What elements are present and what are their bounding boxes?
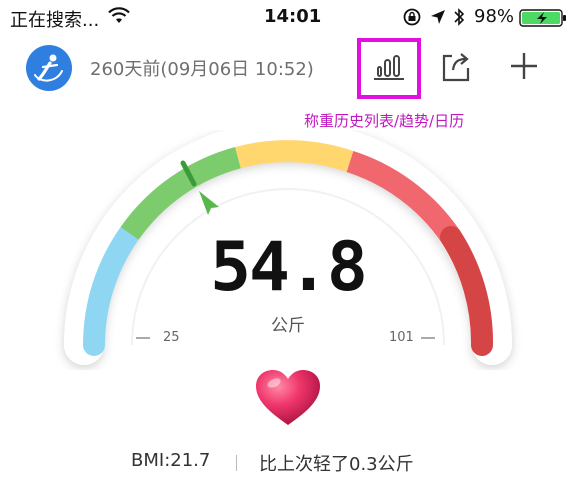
battery-percent: 98% (474, 6, 515, 27)
wifi-icon (108, 7, 130, 29)
gauge-pointer-icon (199, 191, 219, 215)
orientation-lock-icon (402, 8, 422, 30)
measurement-time: 260天前(09月06日 10:52) (90, 59, 314, 80)
clock-text: 14:01 (264, 6, 322, 27)
top-toolbar: 260天前(09月06日 10:52) (0, 38, 576, 99)
app-logo-icon[interactable] (26, 45, 72, 91)
summary-divider (236, 455, 237, 471)
history-button[interactable] (357, 38, 421, 99)
bar-chart-icon (374, 55, 404, 80)
bluetooth-icon (452, 7, 466, 31)
gauge-max-label: 101 (389, 330, 414, 345)
weight-value: 54.8 (210, 228, 368, 307)
weight-unit: 公斤 (271, 316, 305, 336)
gauge-segment-overweight (235, 140, 354, 172)
status-bar: 正在搜索... 14:01 98% (0, 0, 576, 34)
plus-icon (511, 53, 537, 79)
summary-row: BMI:21.7 比上次轻了0.3公斤 (0, 450, 576, 478)
history-annotation: 称重历史列表/趋势/日历 (304, 112, 465, 130)
battery-charging-icon (519, 9, 569, 31)
share-button[interactable] (440, 50, 472, 88)
heart-icon[interactable] (254, 368, 322, 432)
gauge-min-label: 25 (163, 330, 180, 345)
location-icon (430, 9, 446, 29)
carrier-text: 正在搜索... (10, 10, 100, 31)
add-button[interactable] (508, 50, 540, 86)
bmi-value: BMI:21.7 (131, 450, 211, 471)
weight-change-text: 比上次轻了0.3公斤 (259, 454, 414, 475)
share-icon (442, 53, 470, 82)
